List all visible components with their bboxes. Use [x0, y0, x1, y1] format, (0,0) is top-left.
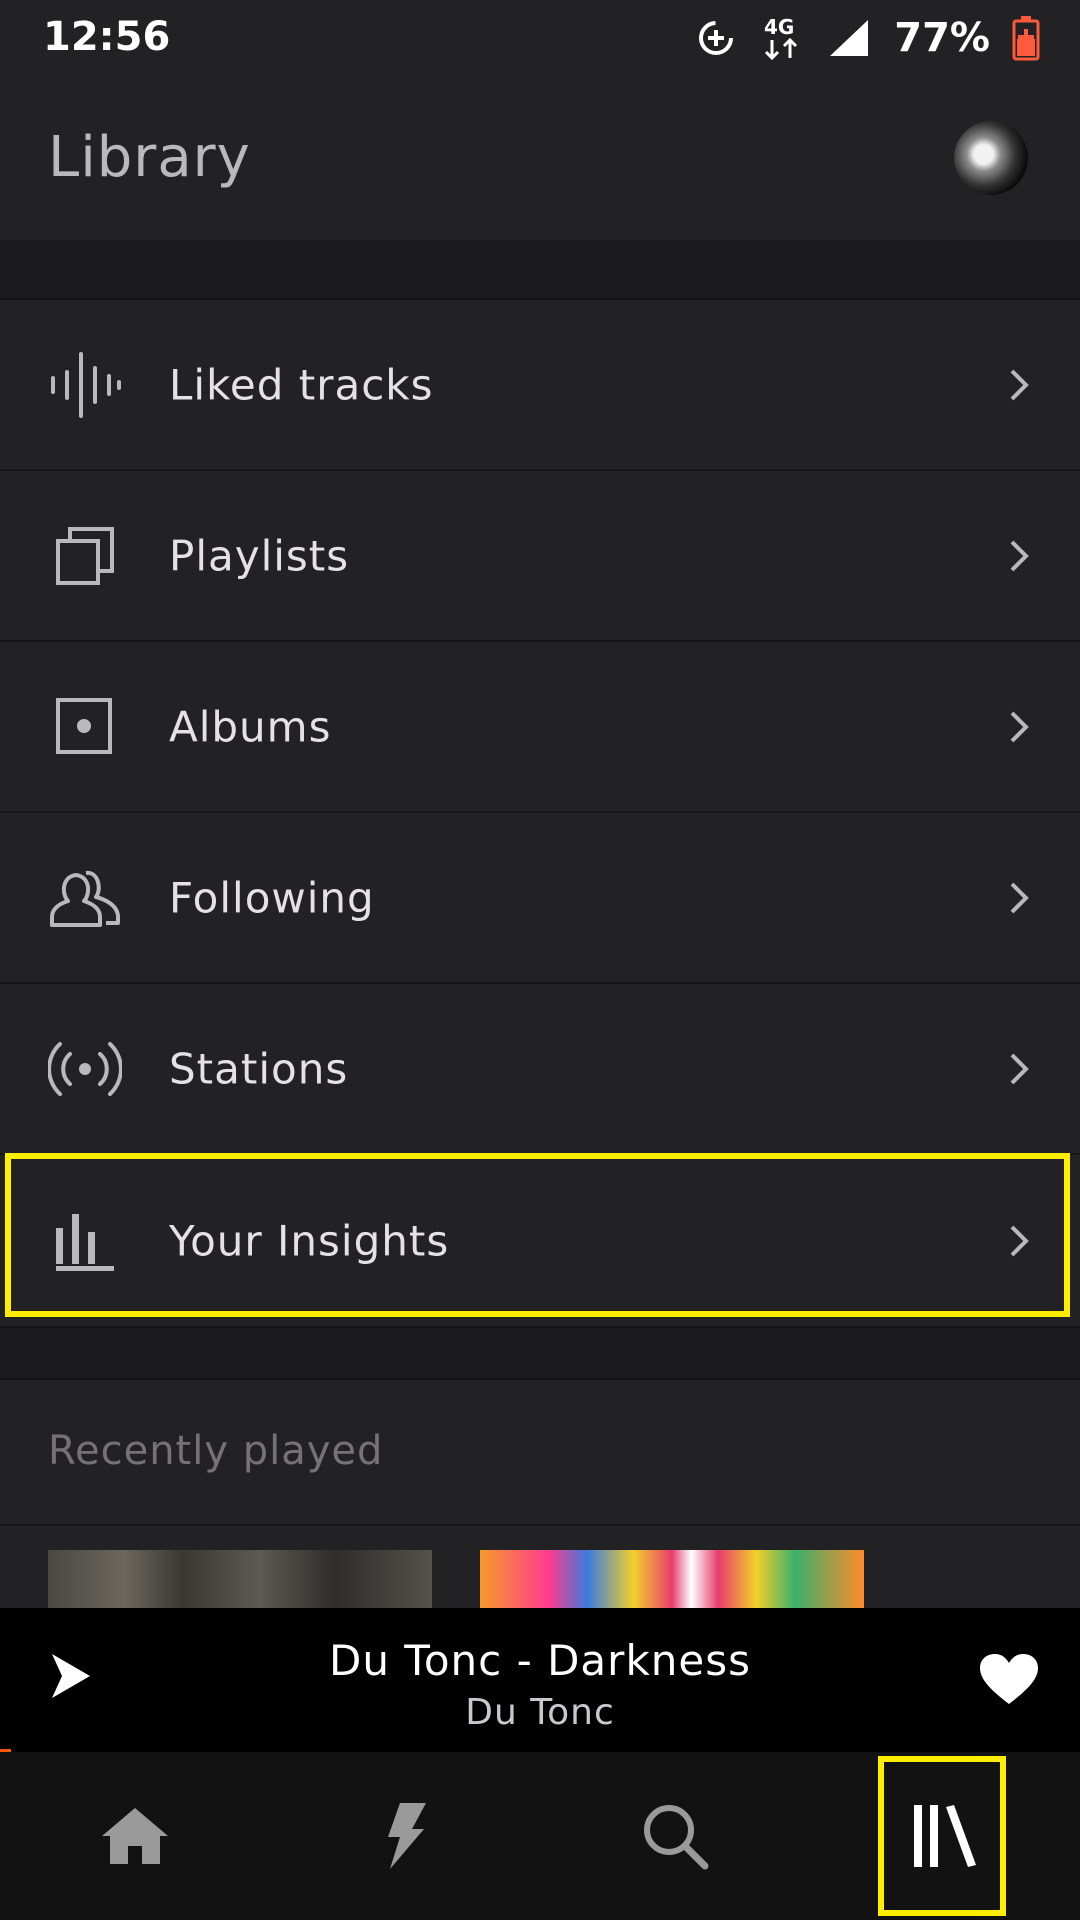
section-divider: [0, 1328, 1080, 1380]
battery-percent: 77%: [894, 14, 990, 61]
stream-lightning-icon: [388, 1803, 426, 1869]
nav-home[interactable]: [0, 1752, 270, 1920]
app-bar: Library: [0, 75, 1080, 240]
nav-search[interactable]: [540, 1752, 810, 1920]
track-title[interactable]: Du Tonc - Darkness: [0, 1636, 1080, 1685]
menu-item-liked-tracks[interactable]: Liked tracks: [0, 300, 1080, 471]
waveform-icon: [51, 351, 121, 418]
nav-library[interactable]: [810, 1752, 1080, 1920]
network-type-text: 4G: [764, 15, 794, 39]
search-icon: [644, 1805, 709, 1870]
data-saver-icon: [699, 20, 734, 55]
recently-played-header: Recently played: [0, 1380, 1080, 1526]
menu-item-label: Playlists: [169, 531, 350, 580]
menu-item-playlists[interactable]: Playlists: [0, 471, 1080, 642]
bottom-nav: [0, 1752, 1080, 1920]
page-title: Library: [48, 125, 251, 190]
menu-item-label: Albums: [169, 702, 332, 751]
avatar[interactable]: [954, 121, 1028, 195]
library-menu: Liked tracks Playlists Albums Following …: [0, 300, 1080, 1328]
menu-item-label: Following: [169, 873, 375, 922]
status-time: 12:56: [43, 14, 171, 60]
home-icon: [102, 1808, 168, 1864]
stacked-squares-icon: [56, 526, 114, 585]
menu-item-stations[interactable]: Stations: [0, 984, 1080, 1155]
status-bar: 12:56 4G 77%: [0, 0, 1080, 75]
library-icon: [914, 1805, 976, 1867]
chevron-right-icon: [1010, 1053, 1029, 1084]
heart-icon[interactable]: [978, 1652, 1040, 1706]
menu-item-label: Liked tracks: [169, 360, 434, 409]
menu-item-following[interactable]: Following: [0, 813, 1080, 984]
chevron-right-icon: [1010, 882, 1029, 913]
battery-charging-icon: [1012, 15, 1040, 60]
chevron-right-icon: [1010, 1225, 1029, 1256]
section-divider: [0, 240, 1080, 300]
recent-item-artwork[interactable]: [480, 1550, 864, 1608]
chevron-right-icon: [1010, 711, 1029, 742]
section-title: Recently played: [48, 1428, 384, 1474]
mini-player[interactable]: Du Tonc - Darkness Du Tonc: [0, 1608, 1080, 1750]
people-icon: [50, 870, 120, 927]
recent-item-artwork[interactable]: [48, 1550, 432, 1608]
menu-item-label: Stations: [169, 1044, 349, 1093]
chevron-right-icon: [1010, 369, 1029, 400]
network-4g-icon: 4G: [764, 15, 798, 60]
track-artist[interactable]: Du Tonc: [0, 1692, 1080, 1733]
menu-item-label: Your Insights: [169, 1216, 450, 1265]
status-icons: 4G 77%: [694, 10, 1040, 65]
broadcast-icon: [48, 1041, 122, 1096]
album-icon: [56, 697, 112, 754]
bar-chart-icon: [56, 1213, 114, 1271]
menu-item-your-insights[interactable]: Your Insights: [0, 1155, 1080, 1328]
signal-icon: [830, 19, 869, 56]
chevron-right-icon: [1010, 540, 1029, 571]
nav-stream[interactable]: [270, 1752, 540, 1920]
menu-item-albums[interactable]: Albums: [0, 642, 1080, 813]
